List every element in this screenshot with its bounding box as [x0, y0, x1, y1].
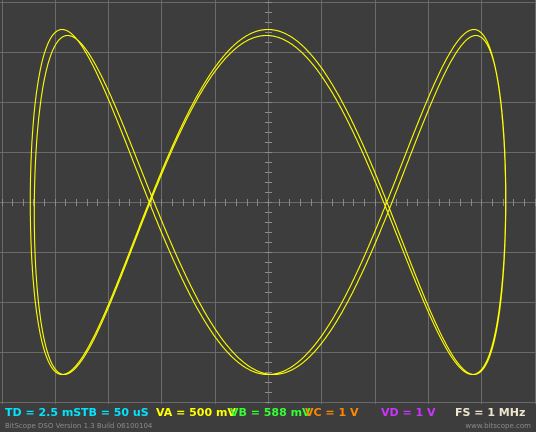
footer: BitScope DSO Version 1.3 Build 06100104 …: [0, 421, 536, 432]
sample-rate-readout[interactable]: FS = 1 MHz: [455, 404, 525, 421]
trace-a-sweep-2: [33, 34, 507, 376]
website-link[interactable]: www.bitscope.com: [465, 421, 531, 432]
status-bar: TD = 2.5 mS TB = 50 uS VA = 500 mV VB = …: [0, 404, 536, 421]
scope-display[interactable]: [0, 0, 536, 404]
channel-c-volts-readout[interactable]: VC = 1 V: [305, 404, 358, 421]
timebase-delay-readout[interactable]: TD = 2.5 mS: [5, 404, 81, 421]
timebase-readout[interactable]: TB = 50 uS: [81, 404, 149, 421]
channel-b-volts-readout[interactable]: VB = 588 mV: [230, 404, 311, 421]
channel-a-volts-readout[interactable]: VA = 500 mV: [156, 404, 236, 421]
channel-d-volts-readout[interactable]: VD = 1 V: [381, 404, 436, 421]
oscilloscope-window: TD = 2.5 mS TB = 50 uS VA = 500 mV VB = …: [0, 0, 536, 432]
version-text: BitScope DSO Version 1.3 Build 06100104: [5, 422, 153, 430]
graticule: [0, 0, 536, 404]
